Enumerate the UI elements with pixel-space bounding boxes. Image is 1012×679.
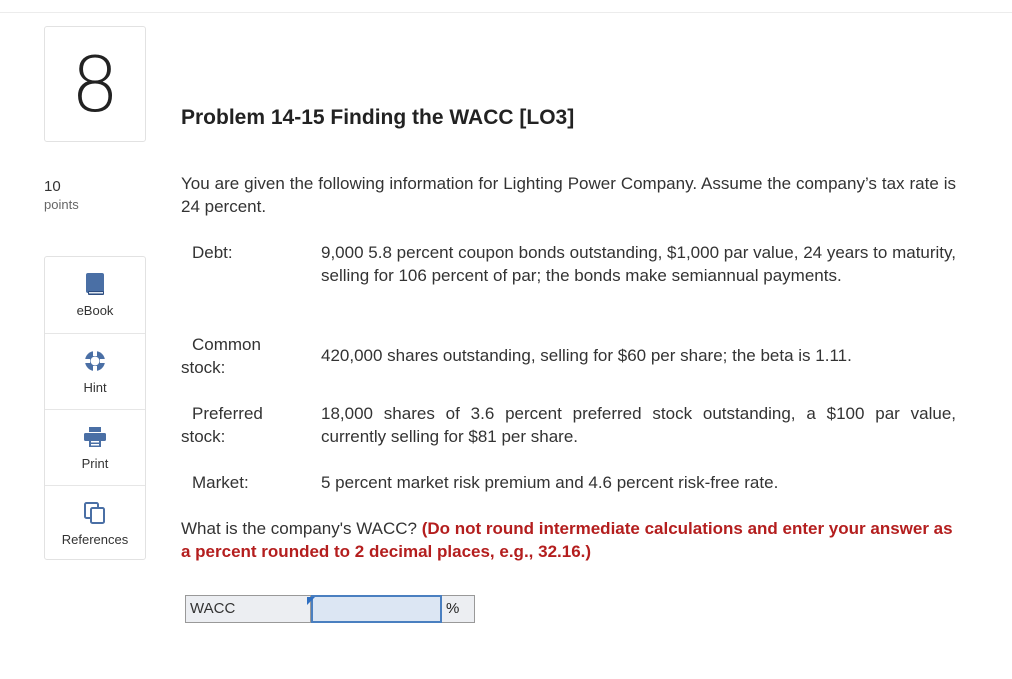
points-indicator: 10 points [44, 178, 79, 214]
info-label: Debt: [192, 243, 233, 262]
problem-intro: You are given the following information … [181, 174, 956, 216]
answer-unit: % [442, 595, 475, 623]
references-button[interactable]: References [45, 485, 145, 561]
documents-icon [82, 500, 108, 526]
print-button[interactable]: Print [45, 409, 145, 485]
top-divider [0, 12, 1012, 13]
info-label: Market: [192, 473, 249, 492]
flag-marker-icon [307, 597, 315, 605]
print-label: Print [81, 456, 109, 471]
hint-label: Hint [83, 380, 107, 395]
info-value: 420,000 shares outstanding, selling for … [321, 346, 852, 365]
wacc-input[interactable] [311, 595, 442, 623]
hint-button[interactable]: Hint [45, 333, 145, 409]
info-label: Common stock: [181, 335, 261, 377]
ebook-button[interactable]: eBook [45, 257, 145, 332]
points-label: points [44, 197, 79, 212]
info-value: 5 percent market risk premium and 4.6 pe… [321, 473, 779, 492]
lifebuoy-icon [82, 348, 108, 374]
question-text: What is the company's WACC? [181, 519, 417, 538]
answer-row: WACC % [185, 595, 475, 623]
references-label: References [61, 532, 129, 547]
ebook-label: eBook [76, 303, 114, 318]
points-value: 10 [44, 178, 61, 195]
info-value: 18,000 shares of 3.6 percent preferred s… [321, 404, 956, 446]
info-label: Preferred stock: [181, 404, 263, 446]
answer-label: WACC [185, 595, 311, 623]
book-icon [82, 271, 108, 297]
info-value: 9,000 5.8 percent coupon bonds outstandi… [321, 243, 956, 285]
tools-panel: eBook Hint Print References [44, 256, 146, 560]
printer-icon [82, 424, 108, 450]
question-prompt: What is the company's WACC? (Do not roun… [181, 517, 956, 563]
question-number: 8 [44, 26, 146, 142]
problem-title: Problem 14-15 Finding the WACC [LO3] [181, 106, 575, 129]
